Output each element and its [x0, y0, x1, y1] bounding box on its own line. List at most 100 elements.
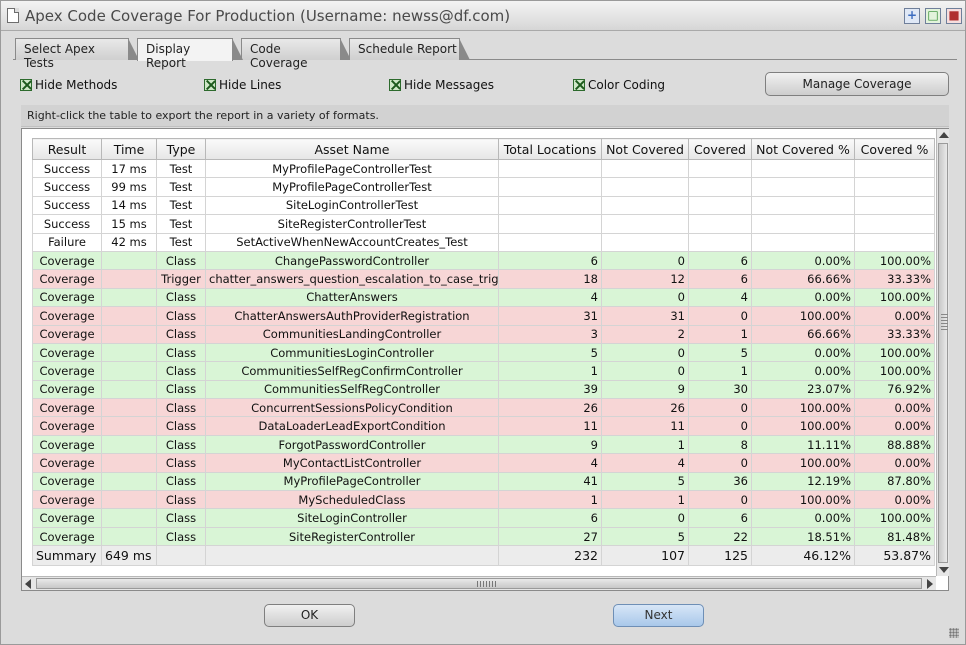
scroll-left-icon[interactable]	[25, 579, 31, 589]
table-row[interactable]: Coverage Class SiteRegisterController 27 5 22…	[32, 526, 935, 547]
checkbox-checked-icon[interactable]	[204, 79, 216, 91]
table-row[interactable]: Coverage Class ConcurrentSessionsPolicyCon…	[32, 398, 935, 418]
table-cell: 100.00%	[854, 361, 935, 381]
tab-select-apex-tests[interactable]: Select Apex Tests	[15, 38, 139, 70]
color-coding-checkbox[interactable]: Color Coding	[573, 78, 665, 92]
column-header[interactable]: Covered	[688, 138, 752, 160]
table-cell: 87.80%	[854, 471, 935, 492]
report-table: Result Time Type Asset Name Total Locati…	[32, 138, 935, 567]
table-row[interactable]: Coverage Class MyContactListController 4 4 0 1…	[32, 453, 935, 473]
table-cell	[854, 177, 935, 197]
table-row[interactable]: Success 14 ms Test SiteLoginControllerTest	[32, 195, 935, 216]
table-cell: Coverage	[32, 250, 102, 271]
checkbox-checked-icon[interactable]	[20, 79, 32, 91]
column-header[interactable]: Type	[156, 138, 206, 160]
table-cell: 649 ms	[101, 545, 157, 567]
table-cell: 11	[601, 416, 689, 436]
table-cell	[156, 545, 206, 567]
table-cell	[601, 177, 689, 197]
table-cell: Class	[156, 379, 206, 400]
checkbox-checked-icon[interactable]	[573, 79, 585, 91]
grip-icon	[941, 314, 948, 330]
table-row[interactable]: Coverage Class ChatterAnswers 4 0 4 0.00% 100.0…	[32, 287, 935, 308]
column-header[interactable]: Not Covered	[601, 138, 689, 160]
table-row[interactable]: Success 17 ms Test MyProfilePageControllerT…	[32, 158, 935, 179]
table-cell: 100.00%	[854, 508, 935, 528]
tab-display-report[interactable]: Display Report	[137, 38, 243, 70]
table-cell	[101, 398, 157, 418]
maximize-icon[interactable]: +	[904, 8, 920, 24]
table-cell: 5	[601, 526, 689, 547]
tab-schedule-report[interactable]: Schedule Report	[349, 38, 470, 60]
table-cell: 53.87%	[854, 545, 935, 567]
hide-methods-checkbox[interactable]: Hide Methods	[20, 78, 117, 92]
vertical-scrollbar[interactable]	[936, 129, 949, 576]
table-cell: Success	[32, 214, 102, 234]
table-row[interactable]: Success 99 ms Test MyProfilePageControllerT…	[32, 177, 935, 197]
column-header[interactable]: Total Locations	[498, 138, 602, 160]
scroll-down-icon[interactable]	[939, 567, 949, 573]
scroll-right-icon[interactable]	[927, 579, 933, 589]
table-row[interactable]: Coverage Class MyScheduledClass 1 1 0 100.00% 0…	[32, 490, 935, 510]
table-cell	[101, 306, 157, 326]
table-row[interactable]: Coverage Class CommunitiesSelfRegControlle…	[32, 379, 935, 400]
table-row[interactable]: Coverage Class ChangePasswordController 6 0 6…	[32, 250, 935, 271]
table-row[interactable]: Coverage Class ForgotPasswordController 9 1 8…	[32, 434, 935, 455]
table-cell: Coverage	[32, 361, 102, 381]
table-cell	[854, 195, 935, 216]
scroll-up-icon[interactable]	[939, 132, 949, 138]
table-cell: SetActiveWhenNewAccountCreates_Test	[205, 232, 499, 252]
table-cell: 0	[601, 342, 689, 363]
checkbox-checked-icon[interactable]	[389, 79, 401, 91]
table-row[interactable]: Coverage Class DataLoaderLeadExportConditi…	[32, 416, 935, 436]
table-row[interactable]: Coverage Class CommunitiesSelfRegConfirmCo…	[32, 361, 935, 381]
table-cell: Success	[32, 177, 102, 197]
close-icon[interactable]: ■	[946, 8, 962, 24]
horizontal-scroll-thumb[interactable]	[36, 578, 922, 589]
table-cell: 8	[688, 434, 752, 455]
table-row[interactable]: Coverage Class CommunitiesLandingControlle…	[32, 324, 935, 344]
table-cell: 100.00%	[854, 342, 935, 363]
column-header[interactable]: Time	[101, 138, 157, 160]
table-cell: Class	[156, 287, 206, 308]
tab-code-coverage[interactable]: Code Coverage	[241, 38, 351, 70]
manage-coverage-button[interactable]: Manage Coverage	[765, 72, 949, 96]
table-row[interactable]: Success 15 ms Test SiteRegisterControllerTe…	[32, 214, 935, 234]
resize-grip-icon[interactable]	[949, 628, 959, 638]
table-cell: 1	[601, 434, 689, 455]
summary-row[interactable]: Summary 649 ms 232 107 125 46.12% 53.87%	[32, 545, 935, 567]
vertical-scroll-thumb[interactable]	[938, 143, 948, 563]
table-row[interactable]: Coverage Class SiteLoginController 6 0 6 0.00%…	[32, 508, 935, 528]
hide-lines-checkbox[interactable]: Hide Lines	[204, 78, 281, 92]
table-cell: CommunitiesLoginController	[205, 342, 499, 363]
table-cell: 31	[498, 306, 602, 326]
restore-icon[interactable]: □	[925, 8, 941, 24]
column-header[interactable]: Covered %	[854, 138, 935, 160]
coverage-report-table[interactable]: Result Time Type Asset Name Total Locati…	[21, 128, 949, 591]
table-cell	[498, 195, 602, 216]
column-header[interactable]: Not Covered %	[751, 138, 855, 160]
grip-icon	[477, 581, 497, 587]
column-header[interactable]: Asset Name	[205, 138, 499, 160]
table-cell: 4	[498, 453, 602, 473]
hide-messages-checkbox[interactable]: Hide Messages	[389, 78, 494, 92]
next-button[interactable]: Next	[613, 604, 704, 627]
table-row[interactable]: Failure 42 ms Test SetActiveWhenNewAccountC…	[32, 232, 935, 252]
ok-button[interactable]: OK	[264, 604, 355, 627]
table-row[interactable]: Coverage Class ChatterAnswersAuthProviderR…	[32, 306, 935, 326]
table-cell: SiteLoginController	[205, 508, 499, 528]
table-row[interactable]: Coverage Trigger chatter_answers_question_…	[32, 269, 935, 289]
table-cell: 26	[498, 398, 602, 418]
table-cell	[205, 545, 499, 567]
table-cell	[101, 287, 157, 308]
table-cell: Success	[32, 195, 102, 216]
table-cell: CommunitiesLandingController	[205, 324, 499, 344]
table-cell	[101, 324, 157, 344]
table-cell: 46.12%	[751, 545, 855, 567]
table-cell: 0.00%	[751, 250, 855, 271]
table-cell: 76.92%	[854, 379, 935, 400]
table-row[interactable]: Coverage Class CommunitiesLoginController 5…	[32, 342, 935, 363]
horizontal-scrollbar[interactable]	[22, 576, 936, 590]
table-row[interactable]: Coverage Class MyProfilePageController 41 5 3…	[32, 471, 935, 492]
column-header[interactable]: Result	[32, 138, 102, 160]
